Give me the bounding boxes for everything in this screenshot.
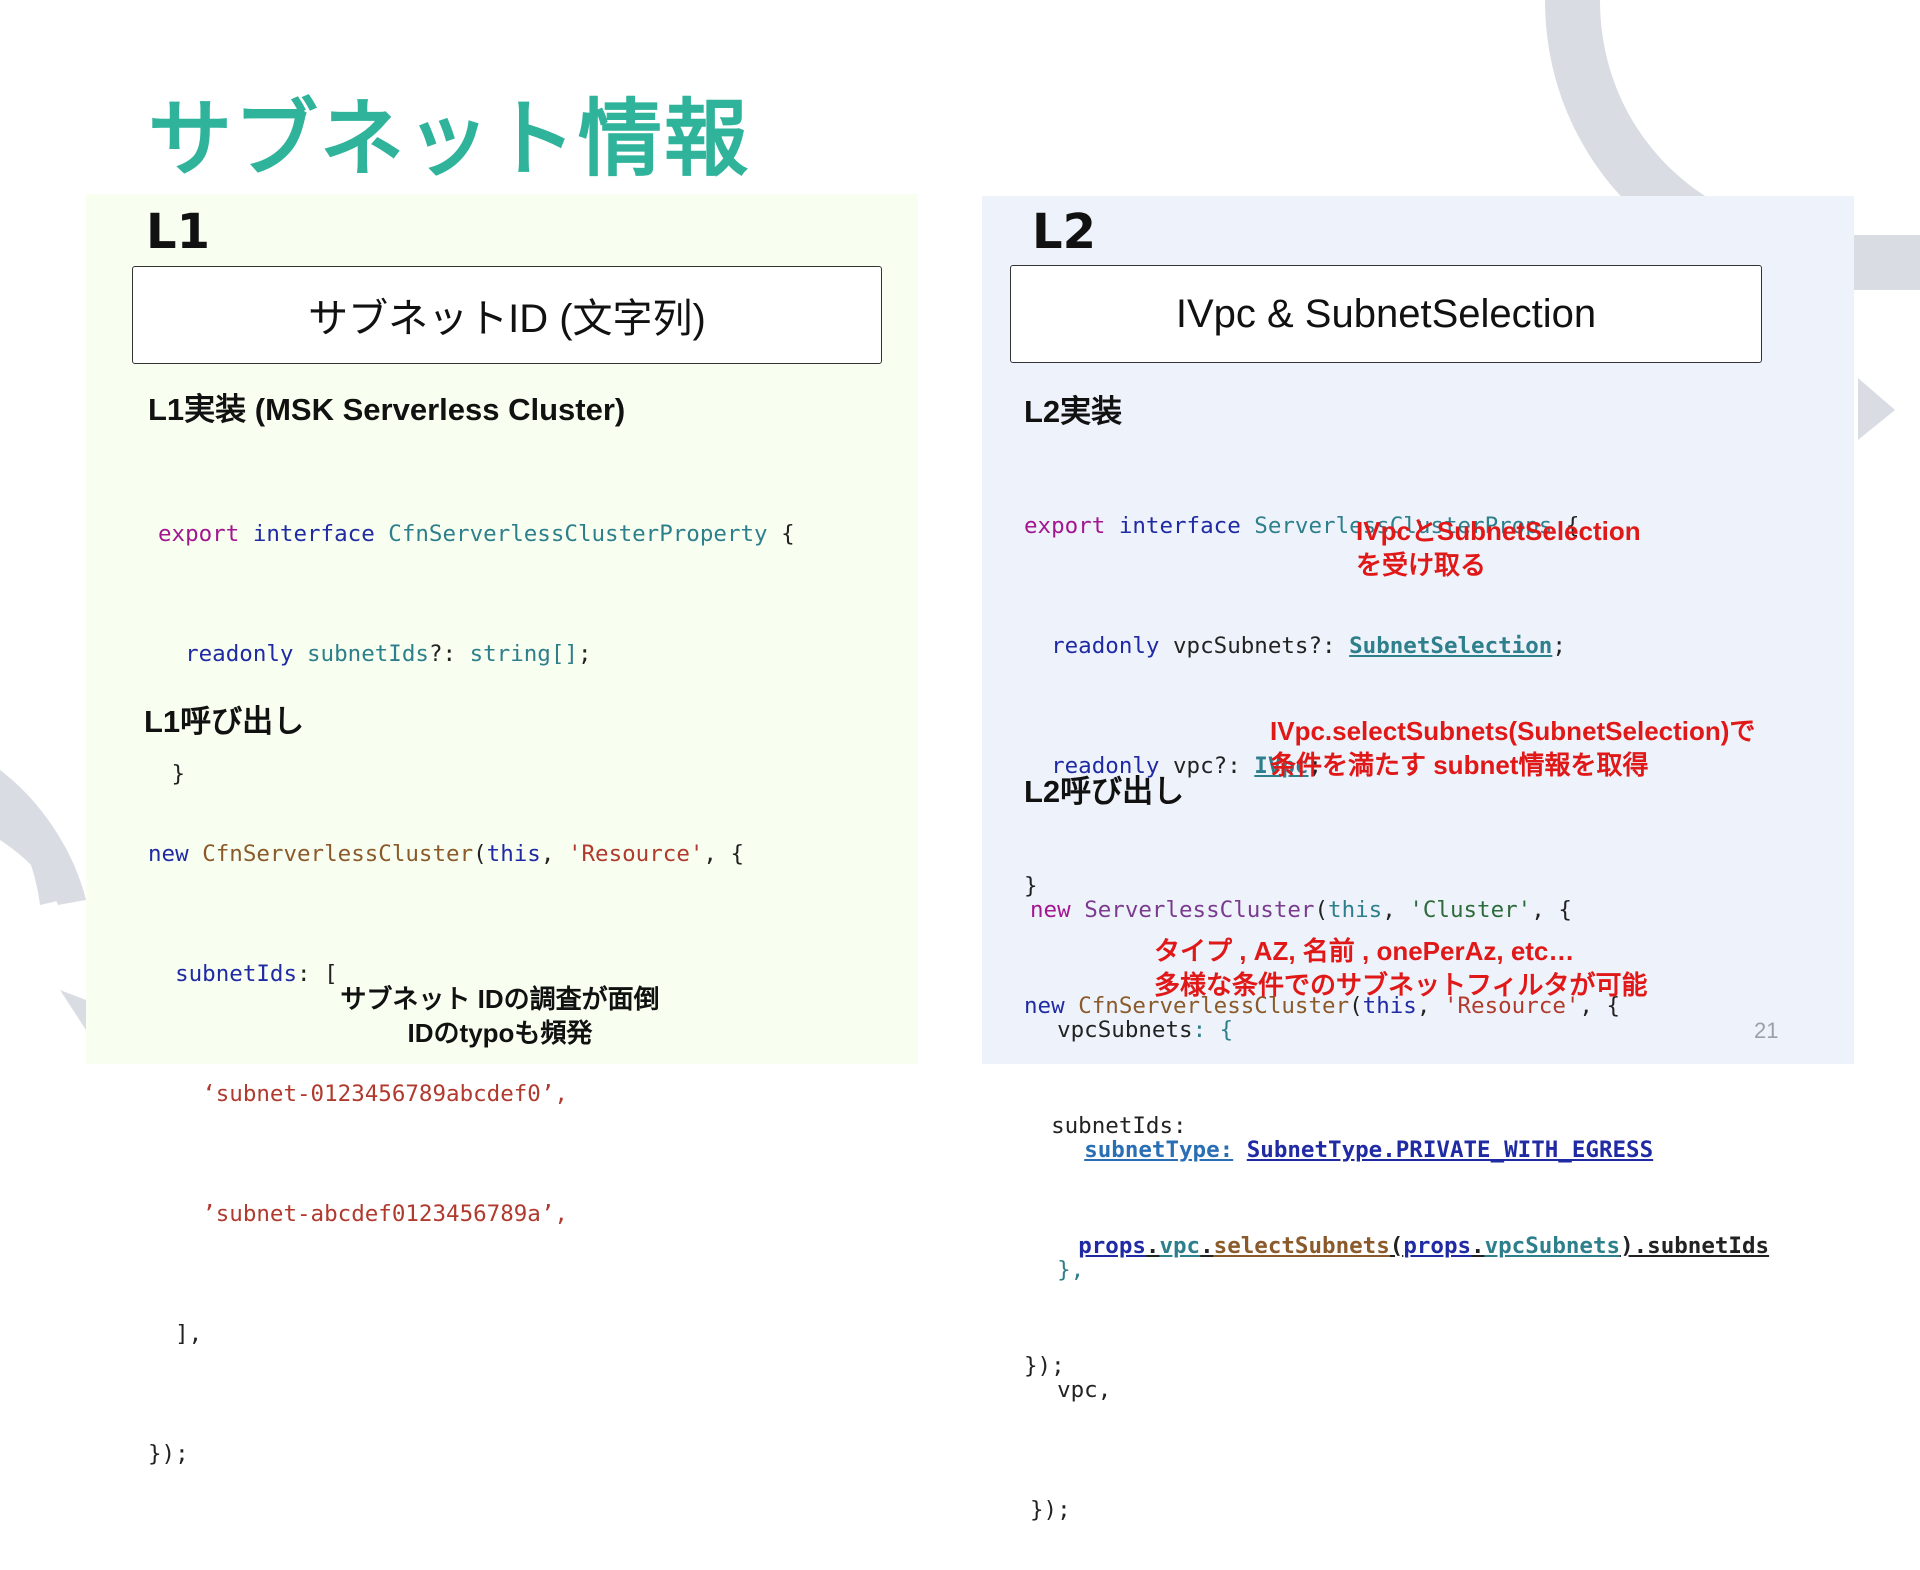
l2-impl-note-line1: IVpcとSubnetSelection	[1356, 516, 1641, 546]
code-line: subnetType: SubnetType.PRIVATE_WITH_EGRE…	[1084, 1137, 1654, 1163]
l2-select-note-line2: 条件を満たす subnet情報を取得	[1270, 750, 1649, 780]
code-line: readonly vpcSubnets?: SubnetSelection;	[1051, 633, 1566, 659]
l2-impl-note: IVpcとSubnetSelection を受け取る	[1356, 514, 1641, 582]
l2-impl-heading: L2実装	[1024, 394, 1123, 429]
l1-box: サブネットID (文字列)	[132, 266, 882, 364]
l2-call-code: new ServerlessCluster(this, 'Cluster', {…	[1030, 810, 1653, 1570]
l1-note: サブネット IDの調査が面倒 IDのtypoも頻発	[300, 982, 700, 1050]
l1-level-label: L1	[146, 204, 210, 260]
l2-call-note-line1: タイプ , AZ, 名前 , onePerAz, etc…	[1154, 936, 1575, 966]
l2-box-text: IVpc & SubnetSelection	[1175, 291, 1597, 336]
code-line: });	[148, 1441, 189, 1467]
l1-call-code: new CfnServerlessCluster(this, 'Resource…	[148, 754, 744, 1514]
code-line: ‘subnet-0123456789abcdef0’,	[202, 1081, 568, 1107]
code-line: ],	[175, 1321, 203, 1347]
code-line: vpcSubnets: {	[1057, 1017, 1234, 1043]
l2-select-note-line1: IVpc.selectSubnets(SubnetSelection)で	[1270, 716, 1756, 746]
page-number: 21	[1754, 1018, 1779, 1043]
l2-call-heading: L2呼び出し	[1024, 774, 1185, 809]
l2-call-note: タイプ , AZ, 名前 , onePerAz, etc… 多様な条件でのサブネ…	[1154, 934, 1647, 1002]
l2-call-note-line2: 多様な条件でのサブネットフィルタが可能	[1154, 970, 1648, 1000]
l2-select-note: IVpc.selectSubnets(SubnetSelection)で 条件を…	[1270, 714, 1755, 782]
code-line: export interface CfnServerlessClusterPro…	[158, 521, 795, 547]
l1-impl-heading: L1実装 (MSK Serverless Cluster)	[148, 392, 626, 427]
l1-box-text: サブネットID (文字列)	[308, 297, 706, 341]
l2-box: IVpc & SubnetSelection	[1010, 265, 1762, 363]
code-line: ’subnet-abcdef0123456789a’,	[202, 1201, 568, 1227]
l1-note-line1: サブネット IDの調査が面倒	[340, 984, 660, 1014]
l1-call-heading: L1呼び出し	[144, 704, 305, 739]
l1-note-line2: IDのtypoも頻発	[407, 1018, 593, 1048]
code-line: new CfnServerlessCluster(this, 'Resource…	[148, 841, 745, 867]
l2-impl-note-line2: を受け取る	[1356, 550, 1487, 580]
code-line: });	[1030, 1497, 1071, 1523]
code-line: new ServerlessCluster(this, 'Cluster', {	[1030, 897, 1572, 923]
code-line: readonly subnetIds?: string[];	[185, 641, 592, 667]
code-line: },	[1057, 1257, 1085, 1283]
slide-title: サブネット情報	[148, 90, 751, 188]
l2-level-label: L2	[1032, 204, 1096, 260]
code-line: vpc,	[1057, 1377, 1112, 1403]
